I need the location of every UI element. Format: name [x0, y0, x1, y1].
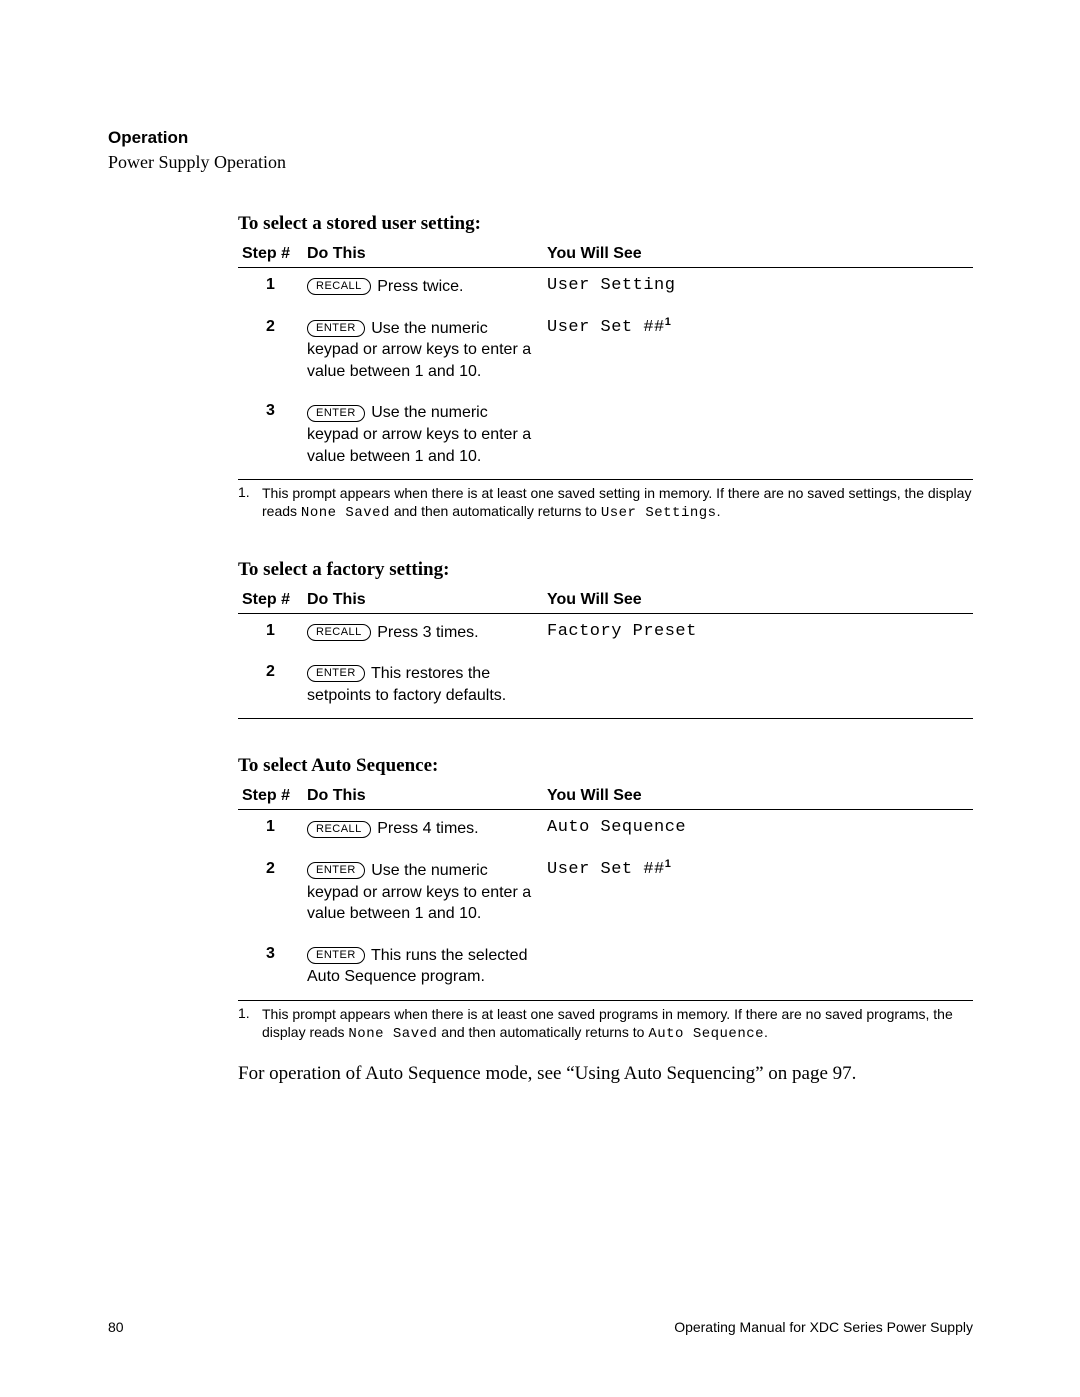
step-number: 2 — [238, 310, 303, 395]
table-row: 2 ENTER Use the numeric keypad or arrow … — [238, 310, 973, 395]
manual-title: Operating Manual for XDC Series Power Su… — [674, 1319, 973, 1335]
enter-button-icon: ENTER — [307, 405, 365, 422]
steps-table-factory-setting: Step # Do This You Will See 1 RECALL Pre… — [238, 585, 973, 719]
col-step: Step # — [238, 585, 303, 614]
footnote-text: . — [717, 503, 721, 519]
footnote-number: 1. — [238, 1005, 262, 1043]
footnote: 1. This prompt appears when there is at … — [238, 1001, 973, 1043]
step-number: 3 — [238, 937, 303, 1000]
display-readout: Factory Preset — [547, 622, 697, 641]
page-footer: 80 Operating Manual for XDC Series Power… — [108, 1319, 973, 1335]
col-see: You Will See — [543, 781, 973, 810]
procedure-title-user-setting: To select a stored user setting: — [238, 213, 973, 235]
step-number: 3 — [238, 394, 303, 479]
section-heading: Power Supply Operation — [108, 152, 973, 173]
enter-button-icon: ENTER — [307, 862, 365, 879]
step-instruction: Press 4 times. — [377, 820, 478, 837]
col-do: Do This — [303, 239, 543, 268]
closing-paragraph: For operation of Auto Sequence mode, see… — [238, 1063, 973, 1085]
footnote-text: and then automatically returns to — [437, 1024, 648, 1040]
footnote-code: Auto Sequence — [648, 1026, 764, 1042]
step-number: 1 — [238, 613, 303, 655]
procedure-title-auto-sequence: To select Auto Sequence: — [238, 755, 973, 777]
step-number: 1 — [238, 268, 303, 310]
footnote: 1. This prompt appears when there is at … — [238, 480, 973, 522]
step-number: 2 — [238, 852, 303, 937]
table-bottom-rule — [238, 718, 973, 719]
col-do: Do This — [303, 781, 543, 810]
recall-button-icon: RECALL — [307, 624, 371, 641]
page-number: 80 — [108, 1319, 124, 1335]
display-readout: User Set ## — [547, 860, 665, 879]
steps-table-user-setting: Step # Do This You Will See 1 RECALL Pre… — [238, 239, 973, 479]
table-row: 2 ENTER This restores the setpoints to f… — [238, 655, 973, 718]
display-readout: User Set ## — [547, 318, 665, 337]
chapter-heading: Operation — [108, 128, 973, 148]
enter-button-icon: ENTER — [307, 947, 365, 964]
col-see: You Will See — [543, 239, 973, 268]
col-see: You Will See — [543, 585, 973, 614]
display-readout: User Setting — [547, 276, 675, 295]
enter-button-icon: ENTER — [307, 665, 365, 682]
table-row: 1 RECALL Press 4 times. Auto Sequence — [238, 810, 973, 852]
footnote-number: 1. — [238, 484, 262, 522]
footnote-ref: 1 — [665, 316, 671, 328]
table-row: 1 RECALL Press twice. User Setting — [238, 268, 973, 310]
footnote-ref: 1 — [665, 858, 671, 870]
footnote-text: . — [764, 1024, 768, 1040]
table-row: 3 ENTER This runs the selected Auto Sequ… — [238, 937, 973, 1000]
step-number: 2 — [238, 655, 303, 718]
footnote-code: None Saved — [301, 505, 390, 521]
display-readout: Auto Sequence — [547, 818, 686, 837]
col-do: Do This — [303, 585, 543, 614]
step-instruction: Press 3 times. — [377, 624, 478, 641]
steps-table-auto-sequence: Step # Do This You Will See 1 RECALL Pre… — [238, 781, 973, 1000]
recall-button-icon: RECALL — [307, 278, 371, 295]
footnote-code: None Saved — [348, 1026, 437, 1042]
step-instruction: Press twice. — [377, 278, 463, 295]
recall-button-icon: RECALL — [307, 821, 371, 838]
table-row: 2 ENTER Use the numeric keypad or arrow … — [238, 852, 973, 937]
enter-button-icon: ENTER — [307, 320, 365, 337]
col-step: Step # — [238, 239, 303, 268]
table-row: 1 RECALL Press 3 times. Factory Preset — [238, 613, 973, 655]
footnote-code: User Settings — [601, 505, 717, 521]
procedure-title-factory-setting: To select a factory setting: — [238, 559, 973, 581]
footnote-text: and then automatically returns to — [390, 503, 601, 519]
col-step: Step # — [238, 781, 303, 810]
table-row: 3 ENTER Use the numeric keypad or arrow … — [238, 394, 973, 479]
step-number: 1 — [238, 810, 303, 852]
